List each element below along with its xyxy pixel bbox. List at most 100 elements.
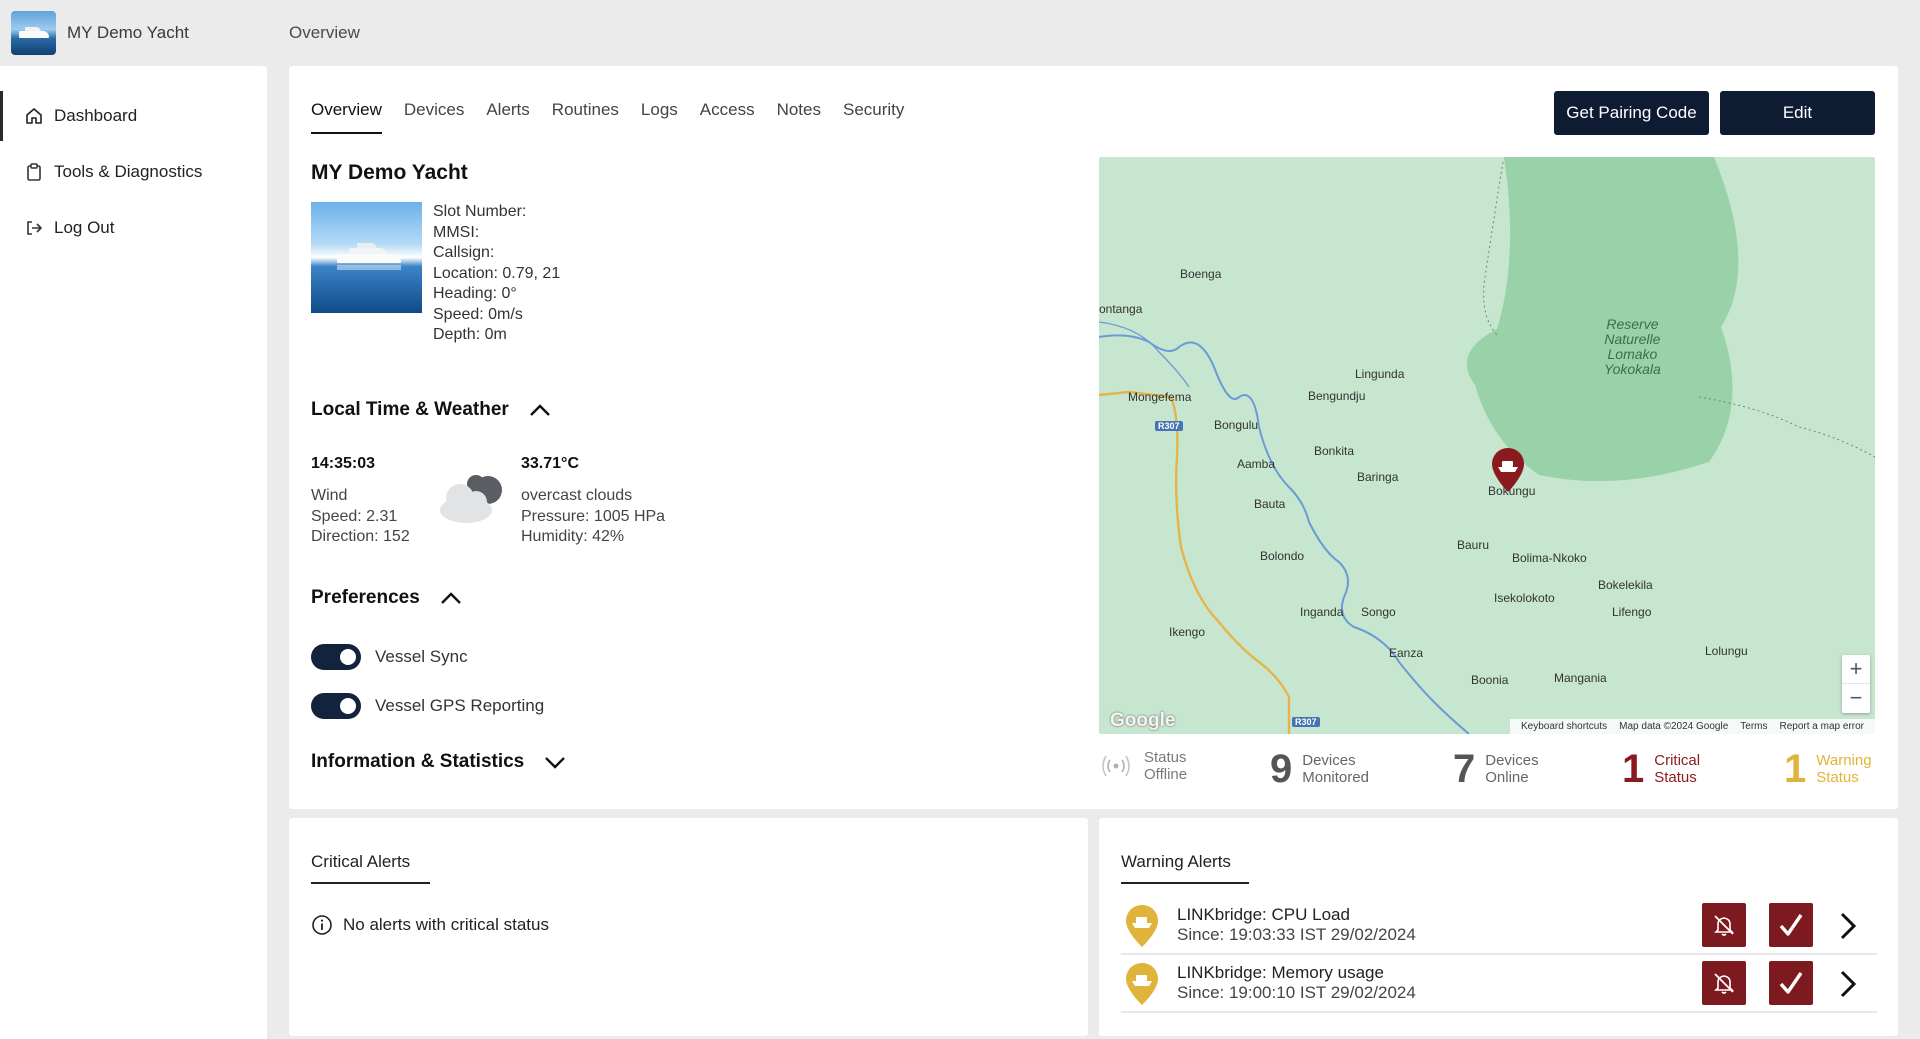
zoom-out-button[interactable]: − — [1842, 684, 1870, 713]
info-icon — [312, 915, 332, 935]
terms-link[interactable]: Terms — [1740, 721, 1767, 732]
vessel-speed: Speed: 0m/s — [433, 305, 523, 323]
weather-section-header[interactable]: Local Time & Weather — [311, 399, 551, 421]
vessel-map[interactable]: Boenga ontanga Lingunda Bengundju Mongef… — [1099, 157, 1875, 734]
stat-label: Offline — [1144, 766, 1188, 783]
chevron-right-icon[interactable] — [1838, 969, 1858, 999]
stat-label: Status — [1816, 769, 1859, 786]
temperature: 33.71°C — [521, 455, 579, 472]
clipboard-icon — [27, 163, 41, 181]
sidebar-item-label: Dashboard — [54, 106, 138, 125]
sidebar-item-dashboard[interactable]: Dashboard — [0, 91, 267, 141]
tab-logs[interactable]: Logs — [641, 92, 678, 134]
stat-label: Warning — [1816, 752, 1872, 769]
weather-section-title: Local Time & Weather — [311, 399, 509, 420]
keyboard-shortcuts-link[interactable]: Keyboard shortcuts — [1521, 721, 1607, 732]
stat-status-offline: Status Offline — [1100, 749, 1187, 783]
vessel-sync-row: Vessel Sync — [311, 644, 468, 670]
stat-label: Devices — [1485, 752, 1539, 769]
map-attribution: Keyboard shortcuts Map data ©2024 Google… — [1509, 719, 1875, 734]
wind-info: Wind Speed: 2.31 Direction: 152 — [311, 486, 410, 548]
chevron-down-icon[interactable] — [544, 755, 566, 769]
warning-alert-pin-icon — [1126, 905, 1158, 947]
map-place-label: ontanga — [1099, 302, 1143, 316]
warning-alert-pin-icon — [1126, 963, 1158, 1005]
alert-since: Since: 19:03:33 IST 29/02/2024 — [1177, 925, 1416, 944]
app-title: MY Demo Yacht — [67, 23, 189, 42]
map-place-label: Bengundju — [1308, 389, 1366, 403]
chevron-right-icon[interactable] — [1838, 911, 1858, 941]
vessel-gps-reporting-row: Vessel GPS Reporting — [311, 693, 544, 719]
overcast-cloud-icon — [440, 475, 502, 523]
vessel-photo — [311, 202, 422, 313]
mute-alert-button[interactable] — [1702, 903, 1746, 947]
alert-title: LINKbridge: CPU Load — [1177, 905, 1350, 924]
humidity: Humidity: 42% — [521, 528, 625, 545]
information-statistics-header[interactable]: Information & Statistics — [311, 751, 566, 773]
sidebar-item-label: Tools & Diagnostics — [54, 162, 203, 181]
acknowledge-alert-button[interactable] — [1769, 903, 1813, 947]
zoom-in-button[interactable]: + — [1842, 655, 1870, 684]
tab-routines[interactable]: Routines — [552, 92, 619, 134]
signal-broadcast-icon — [1102, 755, 1130, 777]
google-logo: Google — [1110, 710, 1176, 731]
chevron-up-icon[interactable] — [529, 403, 551, 417]
acknowledge-alert-button[interactable] — [1769, 961, 1813, 1005]
stat-label: Monitored — [1302, 769, 1369, 786]
stat-value: 9 — [1270, 747, 1293, 791]
map-zoom-control: + − — [1842, 655, 1870, 713]
vessel-mmsi: MMSI: — [433, 223, 480, 241]
map-place-label: Lolungu — [1705, 644, 1748, 658]
checkmark-icon — [1779, 972, 1803, 994]
map-reserve-label: Reserve Naturelle Lomako Yokokala — [1604, 316, 1661, 377]
vessel-location-pin-icon[interactable] — [1490, 446, 1526, 494]
map-place-label: Boenga — [1180, 267, 1222, 281]
road-marker: R307 — [1292, 717, 1320, 727]
map-place-label: Ikengo — [1169, 625, 1206, 639]
breadcrumb: Overview — [289, 23, 360, 42]
map-place-label: Bauta — [1254, 497, 1286, 511]
tab-security[interactable]: Security — [843, 92, 904, 134]
wind-speed: Speed: 2.31 — [311, 507, 398, 525]
mute-alert-button[interactable] — [1702, 961, 1746, 1005]
information-statistics-title: Information & Statistics — [311, 751, 525, 772]
vessel-sync-toggle[interactable] — [311, 644, 361, 670]
stat-label: Status — [1144, 749, 1187, 766]
map-place-label: Bongulu — [1214, 418, 1259, 432]
stat-value: 1 — [1784, 747, 1807, 791]
vessel-heading: Heading: 0° — [433, 285, 517, 302]
stat-devices-monitored: 9 Devices Monitored — [1270, 749, 1369, 789]
stat-critical-status: 1 Critical Status — [1622, 749, 1700, 789]
sidebar-item-logout[interactable]: Log Out — [0, 203, 267, 253]
map-place-label: Inganda — [1300, 605, 1344, 619]
sidebar-item-tools[interactable]: Tools & Diagnostics — [0, 147, 267, 197]
get-pairing-code-button[interactable]: Get Pairing Code — [1554, 91, 1709, 135]
warning-alert-row: LINKbridge: CPU Load Since: 19:03:33 IST… — [1121, 899, 1877, 955]
stat-warning-status: 1 Warning Status — [1784, 749, 1872, 789]
vessel-location: Location: 0.79, 21 — [433, 264, 561, 282]
tab-devices[interactable]: Devices — [404, 92, 464, 134]
chevron-up-icon[interactable] — [440, 591, 462, 605]
map-place-label: Bolima-Nkoko — [1512, 551, 1587, 565]
tab-overview[interactable]: Overview — [311, 92, 382, 134]
critical-alerts-tab[interactable]: Critical Alerts — [311, 852, 430, 884]
warning-alerts-tab[interactable]: Warning Alerts — [1121, 852, 1249, 884]
overview-card: Overview Devices Alerts Routines Logs Ac… — [289, 66, 1898, 809]
map-place-label: Bauru — [1457, 538, 1490, 552]
bell-off-icon — [1714, 915, 1734, 936]
map-place-label: Baringa — [1357, 470, 1399, 484]
map-place-label: Songo — [1361, 605, 1396, 619]
map-place-label: Mangania — [1554, 671, 1607, 685]
tab-access[interactable]: Access — [700, 92, 755, 134]
map-place-label: Lifengo — [1612, 605, 1652, 619]
tab-notes[interactable]: Notes — [777, 92, 821, 134]
preferences-section-header[interactable]: Preferences — [311, 587, 462, 609]
vessel-gps-reporting-toggle[interactable] — [311, 693, 361, 719]
stat-label: Devices — [1302, 752, 1356, 769]
vessel-logo[interactable] — [11, 11, 56, 55]
tab-alerts[interactable]: Alerts — [486, 92, 529, 134]
edit-button[interactable]: Edit — [1720, 91, 1875, 135]
map-place-label: Bokelekila — [1598, 578, 1653, 592]
report-map-error-link[interactable]: Report a map error — [1780, 721, 1864, 732]
stat-value: 7 — [1453, 747, 1476, 791]
